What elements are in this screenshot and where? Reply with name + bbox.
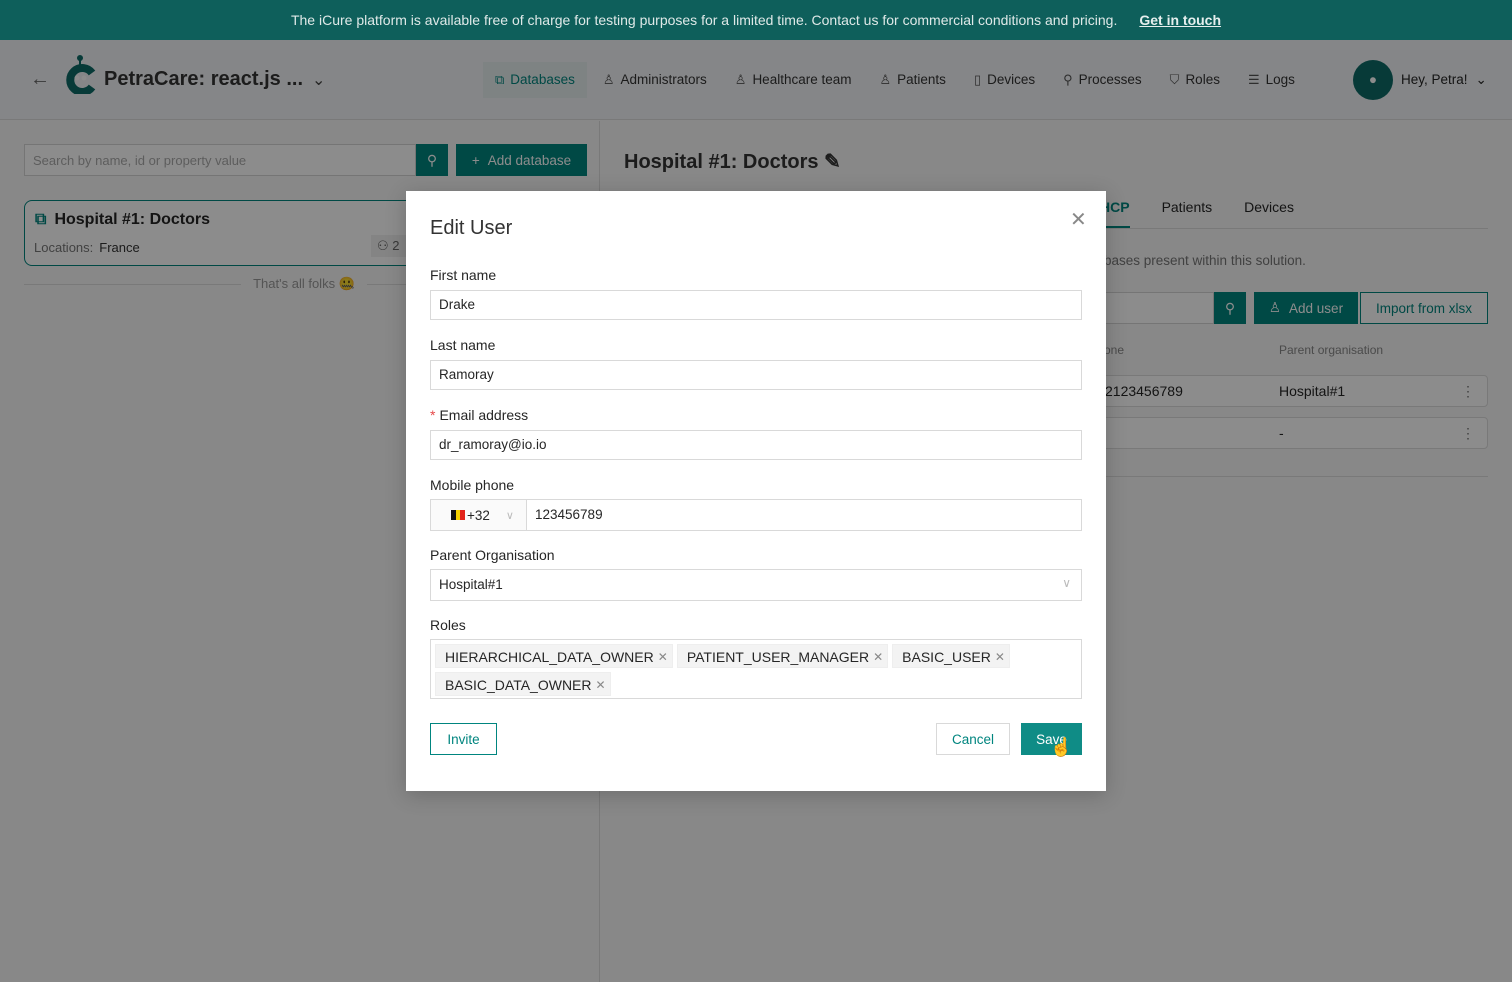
roles-label: Roles <box>430 617 466 633</box>
mobile-phone-field[interactable]: 123456789 <box>526 499 1082 531</box>
role-name: PATIENT_USER_MANAGER <box>686 649 870 665</box>
role-tag: BASIC_DATA_OWNER ✕ <box>435 672 611 696</box>
edit-user-dialog: Edit User ✕ First name Drake Last name R… <box>406 191 1106 791</box>
parent-organisation-select[interactable]: Hospital#1 ∨ <box>430 569 1082 601</box>
get-in-touch-link[interactable]: Get in touch <box>1139 12 1221 28</box>
role-tag: HIERARCHICAL_DATA_OWNER ✕ <box>435 644 673 668</box>
remove-icon[interactable]: ✕ <box>873 650 883 664</box>
role-tag: PATIENT_USER_MANAGER ✕ <box>676 644 889 668</box>
banner-text: The iCure platform is available free of … <box>290 12 1118 28</box>
country-code: +32 <box>467 507 490 523</box>
country-code-select[interactable]: +32 ∨ <box>430 499 527 531</box>
role-name: BASIC_DATA_OWNER <box>445 677 592 693</box>
first-name-field[interactable]: Drake <box>430 290 1082 320</box>
chevron-down-icon: ∨ <box>505 509 514 522</box>
parent-organisation-label: Parent Organisation <box>430 547 555 563</box>
required-marker: * <box>430 407 436 423</box>
role-tag: BASIC_USER ✕ <box>892 644 1010 668</box>
selected-value: Hospital#1 <box>439 577 503 592</box>
dialog-title: Edit User <box>430 217 513 239</box>
last-name-field[interactable]: Ramoray <box>430 360 1082 390</box>
mobile-phone-label: Mobile phone <box>430 477 515 493</box>
remove-icon[interactable]: ✕ <box>995 650 1005 664</box>
role-name: BASIC_USER <box>902 649 991 665</box>
invite-button[interactable]: Invite <box>430 723 497 755</box>
hand-cursor-icon: ☝ <box>1050 737 1073 757</box>
email-field[interactable]: dr_ramoray@io.io <box>430 430 1082 460</box>
remove-icon[interactable]: ✕ <box>658 650 668 664</box>
remove-icon[interactable]: ✕ <box>596 678 606 692</box>
label-text: Email address <box>439 407 529 423</box>
cancel-button[interactable]: Cancel <box>936 723 1010 755</box>
last-name-label: Last name <box>430 337 496 353</box>
belgium-flag-icon <box>451 510 466 520</box>
first-name-label: First name <box>430 267 497 283</box>
close-icon[interactable]: ✕ <box>1070 207 1087 232</box>
email-label: * Email address <box>430 407 528 423</box>
chevron-down-icon: ∨ <box>1062 576 1071 590</box>
roles-multiselect[interactable]: HIERARCHICAL_DATA_OWNER ✕ PATIENT_USER_MA… <box>430 639 1082 699</box>
promo-banner: The iCure platform is available free of … <box>0 0 1512 40</box>
role-name: HIERARCHICAL_DATA_OWNER <box>445 649 654 665</box>
